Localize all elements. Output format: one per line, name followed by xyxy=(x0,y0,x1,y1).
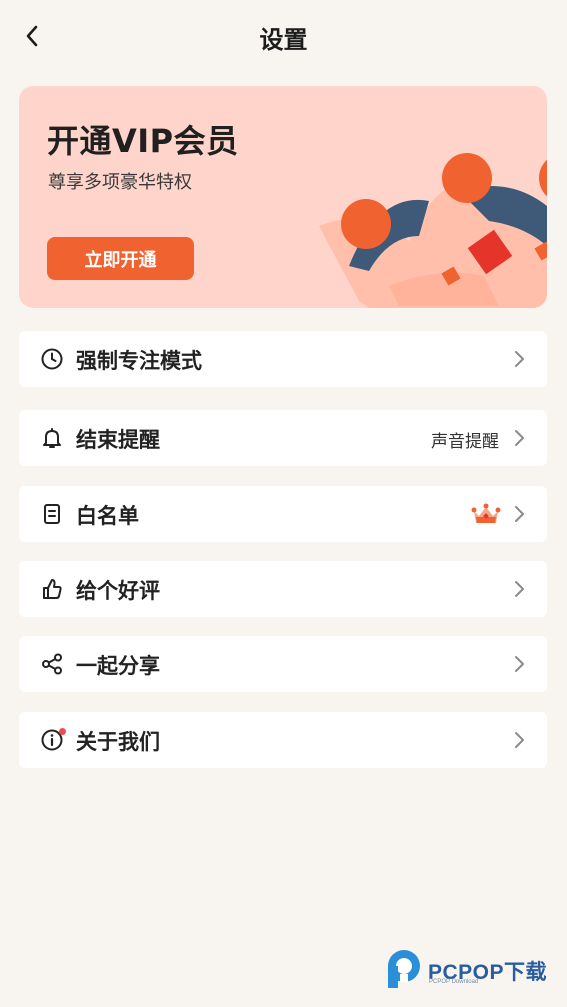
vip-subtitle: 尊享多项豪华特权 xyxy=(48,172,192,193)
crown-illustration xyxy=(319,153,547,308)
chevron-right-icon xyxy=(515,506,524,522)
notification-dot xyxy=(59,728,66,735)
top-bar: 设置 xyxy=(0,0,567,74)
chevron-right-icon xyxy=(515,430,524,446)
menu-item-label: 强制专注模式 xyxy=(76,349,202,373)
chevron-right-icon xyxy=(515,656,524,672)
menu-item-whitelist[interactable]: 白名单 xyxy=(19,486,547,542)
menu-item-end-reminder[interactable]: 结束提醒 声音提醒 xyxy=(19,410,547,466)
menu-item-label: 白名单 xyxy=(76,504,139,528)
pcpop-logo-icon xyxy=(388,950,420,988)
menu-item-label: 给个好评 xyxy=(76,579,160,603)
menu-item-rate-us[interactable]: 给个好评 xyxy=(19,561,547,617)
chevron-right-icon xyxy=(515,581,524,597)
crown-icon xyxy=(471,503,501,523)
thumbs-up-icon xyxy=(43,579,62,599)
document-icon xyxy=(44,504,60,524)
watermark-subtext: PCPOP Download xyxy=(429,979,479,985)
menu-item-about-us[interactable]: 关于我们 xyxy=(19,712,547,768)
menu-item-focus-mode[interactable]: 强制专注模式 xyxy=(19,331,547,387)
chevron-right-icon xyxy=(515,732,524,748)
bell-icon xyxy=(43,428,61,448)
menu-item-share[interactable]: 一起分享 xyxy=(19,636,547,692)
page-title: 设置 xyxy=(259,26,308,54)
menu-item-label: 一起分享 xyxy=(76,654,160,678)
chevron-right-icon xyxy=(515,351,524,367)
watermark: PCPOP下载 PCPOP Download xyxy=(386,948,561,992)
menu-item-label: 结束提醒 xyxy=(76,428,160,452)
reminder-type-value: 声音提醒 xyxy=(431,432,499,452)
vip-banner[interactable]: 开通VIP会员 尊享多项豪华特权 立即开通 xyxy=(19,86,547,308)
share-icon xyxy=(42,653,62,675)
open-vip-button[interactable]: 立即开通 xyxy=(47,237,194,280)
clock-icon xyxy=(41,348,63,370)
menu-item-label: 关于我们 xyxy=(76,730,160,754)
vip-title: 开通VIP会员 xyxy=(47,122,239,160)
